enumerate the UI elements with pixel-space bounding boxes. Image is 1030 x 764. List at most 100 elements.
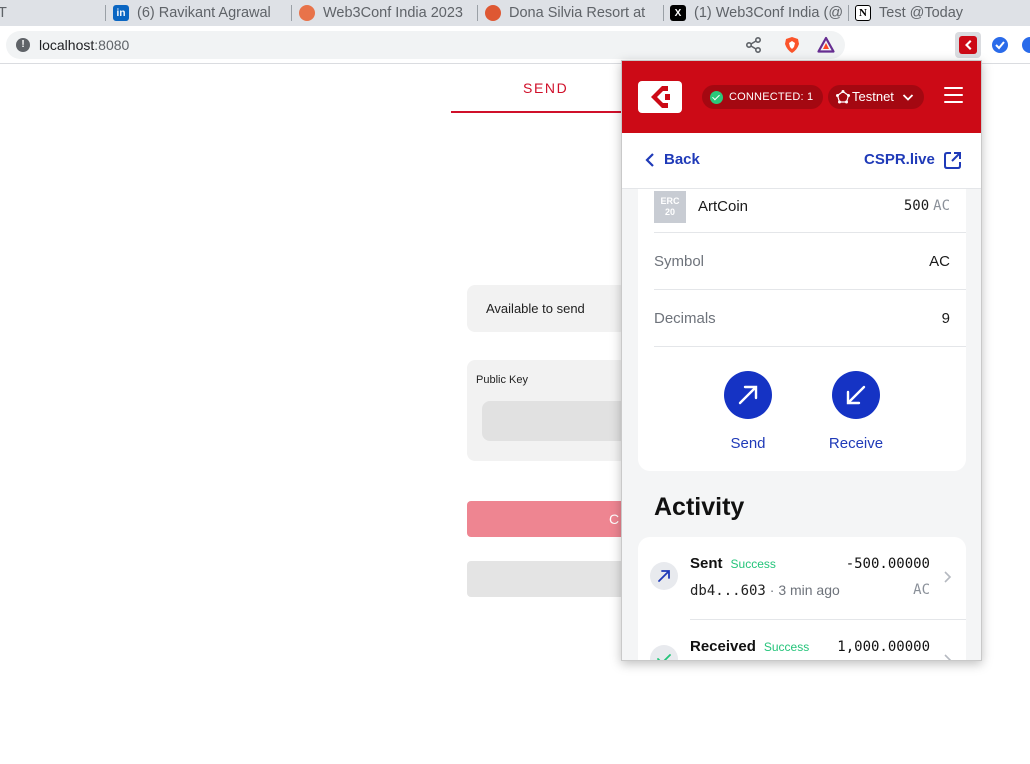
external-link-icon (944, 152, 961, 169)
divider (654, 346, 966, 347)
chevron-down-icon (902, 94, 914, 101)
confirm-button[interactable]: C (467, 501, 627, 537)
tx-time: 3 min ago (778, 582, 840, 598)
public-key-input[interactable] (482, 401, 642, 441)
casper-wallet-extension-icon[interactable] (955, 32, 981, 58)
browser-tab[interactable]: N Test @Today (855, 0, 1030, 26)
divider (654, 232, 966, 233)
tab-divider (848, 5, 849, 21)
tx-amount: -500.00000 (845, 556, 930, 572)
casper-logo (638, 81, 682, 113)
token-details-card: ERC 20 ArtCoin 500 AC Symbol AC Decimals … (638, 189, 966, 471)
tab-divider (663, 5, 664, 21)
tab-send[interactable]: SEND (451, 80, 641, 113)
divider (690, 619, 966, 620)
tx-type-label: Sent (690, 555, 723, 572)
available-to-send-label: Available to send (486, 301, 585, 316)
erc20-badge-icon: ERC 20 (654, 191, 686, 223)
screen: T in (6) Ravikant Agrawal Web3Conf India… (0, 0, 1030, 764)
tx-hash: db4...603 (690, 583, 766, 599)
extension-icon[interactable] (1017, 32, 1030, 58)
browser-tab[interactable]: X (1) Web3Conf India (@ (670, 0, 842, 26)
hamburger-menu-icon[interactable] (944, 87, 964, 105)
share-icon[interactable] (745, 36, 763, 54)
check-circle-icon (710, 90, 723, 104)
decimals-label: Decimals (654, 310, 716, 327)
explorer-link-label: CSPR.live (864, 151, 935, 168)
brave-rewards-icon[interactable] (817, 36, 835, 54)
received-check-icon (650, 645, 678, 660)
badge-line1: ERC (660, 196, 680, 206)
tx-type-label: Received (690, 638, 756, 655)
tx-type: Sent Success (690, 555, 776, 572)
token-name: ArtCoin (698, 198, 749, 215)
network-label: Testnet (852, 89, 894, 104)
tab-divider (477, 5, 478, 21)
info-icon[interactable]: ! (16, 38, 30, 52)
browser-tab[interactable]: T (0, 0, 10, 26)
sent-arrow-icon (650, 562, 678, 590)
tx-status-badge: Success (763, 640, 810, 654)
receive-button-label[interactable]: Receive (806, 435, 906, 452)
tab-send-label: SEND (523, 80, 569, 96)
tab-title: (1) Web3Conf India (@ (694, 5, 842, 21)
available-to-send-card: Available to send (467, 285, 627, 332)
brave-shield-icon[interactable] (783, 36, 801, 54)
wallet-nav-bar: Back CSPR.live (622, 133, 981, 189)
connected-status-label: CONNECTED: 1 (729, 91, 814, 103)
secondary-button[interactable] (467, 561, 627, 597)
notion-icon: N (855, 5, 871, 21)
symbol-label: Symbol (654, 253, 705, 270)
back-button[interactable]: Back (644, 151, 700, 168)
explorer-link[interactable]: CSPR.live (864, 151, 961, 169)
public-key-card: Public Key (467, 360, 642, 461)
address-bar[interactable]: ! localhost:8080 (6, 31, 845, 59)
badge-line2: 20 (664, 207, 675, 217)
arrow-up-right-icon (738, 385, 758, 405)
tab-title: T (0, 5, 7, 21)
tab-title: Web3Conf India 2023 (323, 5, 464, 21)
tx-type: Received Success (690, 638, 809, 655)
x-icon: X (670, 5, 686, 21)
chevron-left-icon (645, 152, 654, 167)
receive-button[interactable] (832, 371, 880, 419)
tx-status-badge: Success (730, 557, 776, 571)
tab-divider (105, 5, 106, 21)
public-key-label: Public Key (476, 374, 528, 386)
back-button-label: Back (664, 151, 700, 168)
tx-amount: 1,000.00000 (837, 639, 930, 655)
checkmark-extension-icon[interactable] (987, 32, 1013, 58)
arrow-down-left-icon (846, 385, 866, 405)
duckduckgo-icon (485, 5, 501, 21)
tab-title: (6) Ravikant Agrawal (137, 5, 271, 21)
confirm-button-label: C (609, 511, 620, 527)
activity-list: Sent Success -500.00000 db4...603 · 3 min… (638, 537, 966, 660)
browser-tab[interactable]: Web3Conf India 2023 (299, 0, 474, 26)
linkedin-icon: in (113, 5, 129, 21)
symbol-value: AC (929, 253, 950, 270)
tab-title: Dona Silvia Resort at (509, 5, 646, 21)
connected-status-badge[interactable]: CONNECTED: 1 (702, 85, 824, 109)
chevron-right-icon (944, 654, 952, 660)
activity-heading: Activity (654, 493, 745, 521)
chevron-right-icon (944, 571, 952, 583)
send-button[interactable] (724, 371, 772, 419)
tx-unit: AC (913, 582, 930, 598)
tab-title: Test @Today (879, 5, 964, 21)
browser-tab[interactable]: in (6) Ravikant Agrawal (113, 0, 289, 26)
wallet-header: CONNECTED: 1 Testnet (622, 61, 981, 133)
tab-divider (291, 5, 292, 21)
network-selector[interactable]: Testnet (828, 85, 924, 109)
divider (654, 289, 966, 290)
tx-meta: db4...603 · 3 min ago (690, 582, 840, 599)
decimals-value: 9 (941, 310, 950, 327)
browser-tab-strip: T in (6) Ravikant Agrawal Web3Conf India… (0, 0, 1030, 26)
send-button-label[interactable]: Send (698, 435, 798, 452)
browser-toolbar: ! localhost:8080 (0, 26, 1030, 64)
network-icon (836, 90, 850, 104)
token-balance: 500 AC (903, 198, 950, 214)
browser-tab[interactable]: Dona Silvia Resort at (485, 0, 660, 26)
globe-icon (299, 5, 315, 21)
url-text: localhost:8080 (39, 37, 130, 53)
tx-meta-separator: · (769, 582, 775, 598)
